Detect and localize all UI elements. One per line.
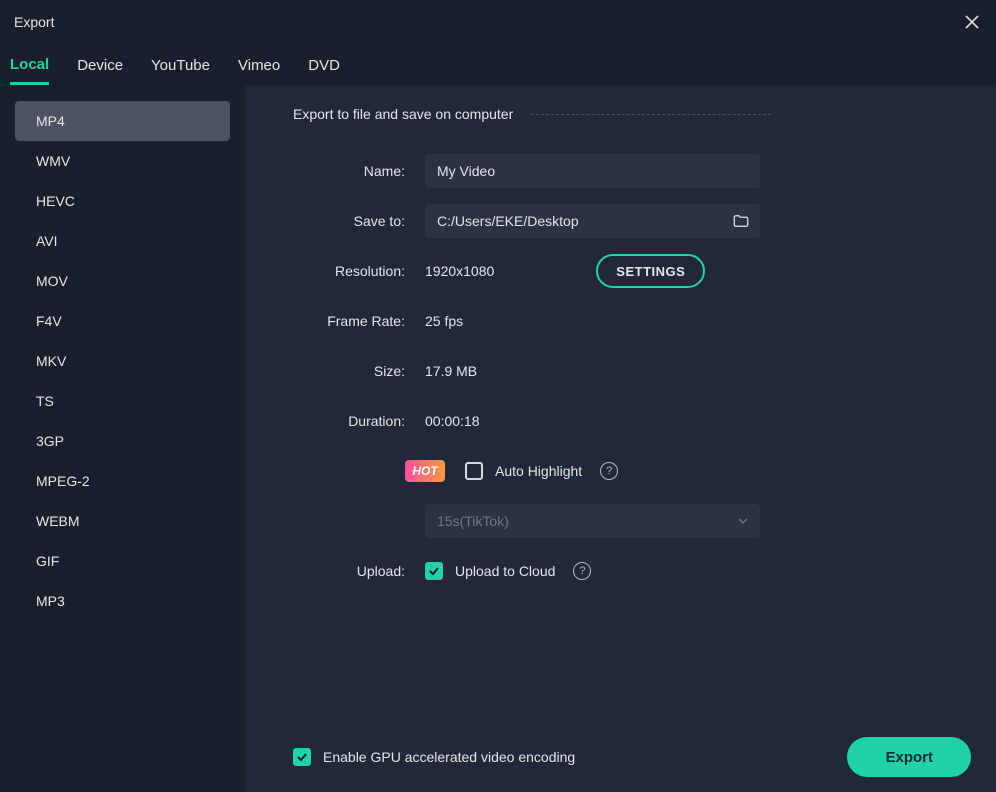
name-label: Name:: [293, 163, 425, 179]
gpu-label: Enable GPU accelerated video encoding: [323, 749, 575, 765]
format-item-f4v[interactable]: F4V: [15, 301, 230, 341]
format-sidebar: MP4 WMV HEVC AVI MOV F4V MKV TS 3GP MPEG…: [0, 86, 245, 792]
tab-vimeo[interactable]: Vimeo: [238, 47, 280, 84]
resolution-label: Resolution:: [293, 263, 425, 279]
gpu-checkbox[interactable]: [293, 748, 311, 766]
auto-highlight-label: Auto Highlight: [495, 463, 582, 479]
format-item-mkv[interactable]: MKV: [15, 341, 230, 381]
folder-icon[interactable]: [732, 212, 750, 230]
format-item-mov[interactable]: MOV: [15, 261, 230, 301]
help-icon[interactable]: ?: [573, 562, 591, 580]
format-item-3gp[interactable]: 3GP: [15, 421, 230, 461]
upload-label: Upload:: [293, 563, 425, 579]
format-item-gif[interactable]: GIF: [15, 541, 230, 581]
tab-local[interactable]: Local: [10, 46, 49, 85]
format-item-wmv[interactable]: WMV: [15, 141, 230, 181]
tab-dvd[interactable]: DVD: [308, 47, 340, 84]
format-item-ts[interactable]: TS: [15, 381, 230, 421]
framerate-label: Frame Rate:: [293, 313, 425, 329]
duration-value: 00:00:18: [425, 413, 480, 429]
chevron-down-icon: [738, 513, 748, 529]
export-button[interactable]: Export: [847, 737, 971, 777]
subtitle-divider: [531, 114, 771, 115]
name-input[interactable]: [425, 154, 760, 188]
help-icon[interactable]: ?: [600, 462, 618, 480]
tab-youtube[interactable]: YouTube: [151, 47, 210, 84]
hot-badge: HOT: [405, 460, 445, 482]
preset-select[interactable]: 15s(TikTok): [425, 504, 760, 538]
close-icon[interactable]: [962, 12, 982, 32]
preset-value: 15s(TikTok): [437, 513, 509, 529]
resolution-value: 1920x1080: [425, 263, 494, 279]
size-value: 17.9 MB: [425, 363, 477, 379]
window-title: Export: [14, 14, 54, 30]
size-label: Size:: [293, 363, 425, 379]
format-item-avi[interactable]: AVI: [15, 221, 230, 261]
format-item-mpeg2[interactable]: MPEG-2: [15, 461, 230, 501]
format-item-hevc[interactable]: HEVC: [15, 181, 230, 221]
tab-device[interactable]: Device: [77, 47, 123, 84]
saveto-label: Save to:: [293, 213, 425, 229]
upload-cloud-label: Upload to Cloud: [455, 563, 555, 579]
panel-subtitle: Export to file and save on computer: [293, 106, 513, 122]
framerate-value: 25 fps: [425, 313, 463, 329]
settings-button[interactable]: SETTINGS: [596, 254, 705, 288]
format-item-mp4[interactable]: MP4: [15, 101, 230, 141]
format-item-webm[interactable]: WEBM: [15, 501, 230, 541]
format-item-mp3[interactable]: MP3: [15, 581, 230, 621]
auto-highlight-checkbox[interactable]: [465, 462, 483, 480]
export-tabs: Local Device YouTube Vimeo DVD: [0, 44, 996, 86]
main-panel: Export to file and save on computer Name…: [245, 86, 996, 792]
saveto-input[interactable]: [425, 204, 760, 238]
duration-label: Duration:: [293, 413, 425, 429]
upload-cloud-checkbox[interactable]: [425, 562, 443, 580]
